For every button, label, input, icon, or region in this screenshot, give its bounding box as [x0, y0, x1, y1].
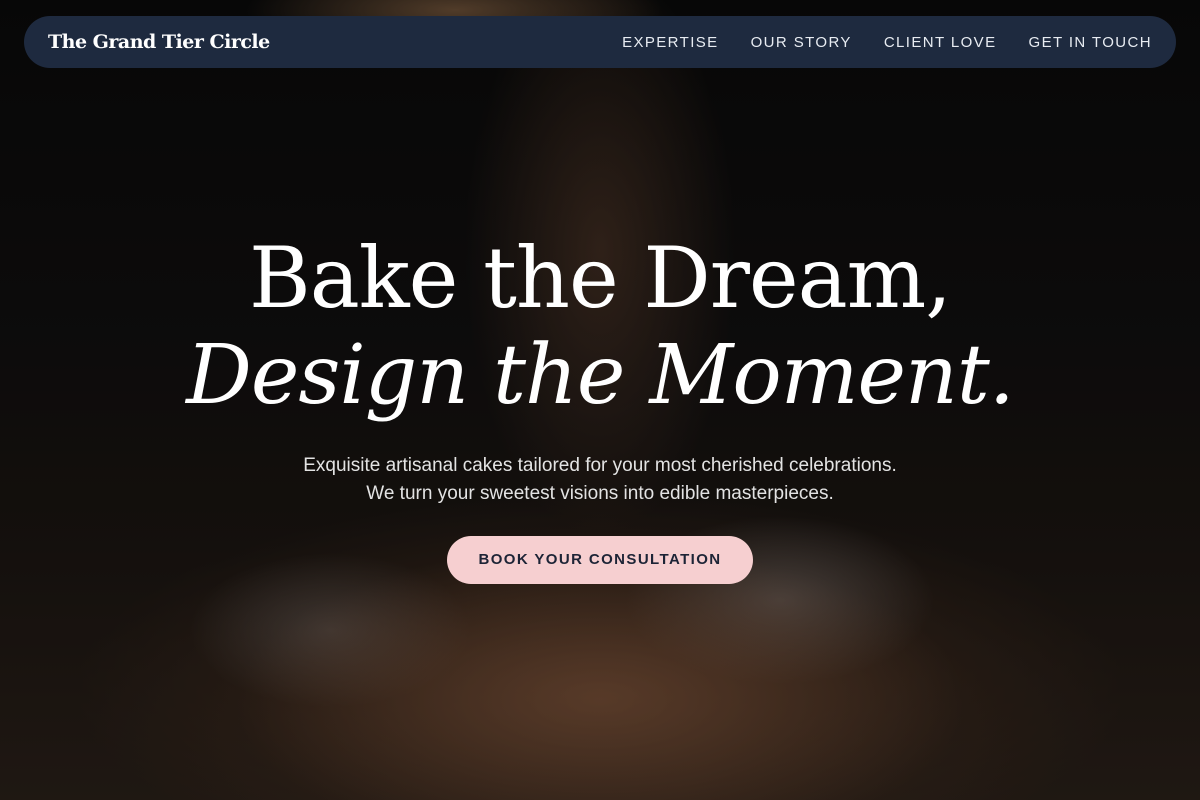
nav-links: EXPERTISE OUR STORY CLIENT LOVE GET IN T…	[622, 34, 1152, 51]
nav-link-expertise[interactable]: EXPERTISE	[622, 34, 719, 51]
hero-subtitle-line2: We turn your sweetest visions into edibl…	[366, 483, 834, 504]
top-navbar: The Grand Tier Circle EXPERTISE OUR STOR…	[24, 16, 1176, 68]
hero-subtitle-line1: Exquisite artisanal cakes tailored for y…	[303, 455, 897, 476]
nav-link-our-story[interactable]: OUR STORY	[751, 34, 852, 51]
nav-link-get-in-touch[interactable]: GET IN TOUCH	[1029, 34, 1153, 51]
hero-headline-line2: Design the Moment.	[186, 328, 1015, 423]
book-consultation-button[interactable]: BOOK YOUR CONSULTATION	[447, 536, 753, 584]
nav-link-client-love[interactable]: CLIENT LOVE	[884, 34, 997, 51]
hero-section: Bake the Dream, Design the Moment. Exqui…	[0, 230, 1200, 584]
hero-headline-line1: Bake the Dream,	[248, 229, 952, 327]
hero-subtitle: Exquisite artisanal cakes tailored for y…	[0, 452, 1200, 508]
brand-logo[interactable]: The Grand Tier Circle	[48, 31, 270, 53]
